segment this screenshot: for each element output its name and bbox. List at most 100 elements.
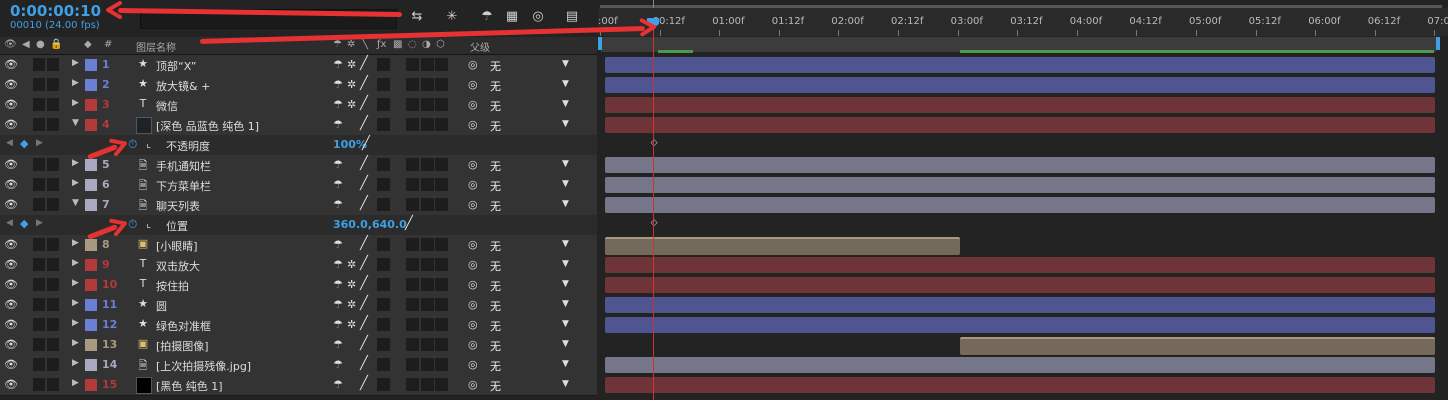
solo-toggle[interactable] bbox=[33, 58, 45, 71]
adjustment-toggle[interactable] bbox=[421, 58, 434, 71]
layer-row[interactable]: 👁 ▶ 6 🗎 下方菜单栏 ☂ ╱ ◎ 无 ▼ bbox=[0, 175, 597, 196]
shy-icon[interactable]: ☂ bbox=[333, 258, 343, 271]
layer-duration-bar[interactable] bbox=[605, 157, 1435, 173]
parent-pickwhip-icon[interactable]: ◎ bbox=[468, 258, 478, 271]
solo-toggle[interactable] bbox=[33, 158, 45, 171]
parent-pickwhip-icon[interactable]: ◎ bbox=[468, 98, 478, 111]
expand-triangle-icon[interactable]: ▶ bbox=[72, 98, 79, 108]
adjustment-toggle[interactable] bbox=[421, 378, 434, 391]
shy-icon[interactable]: ☂ bbox=[333, 58, 343, 71]
eye-column-icon[interactable]: 👁 bbox=[4, 39, 17, 50]
3d-toggle[interactable] bbox=[435, 98, 448, 111]
motion-blur-toggle[interactable] bbox=[406, 78, 419, 91]
layer-name[interactable]: 绿色对准框 bbox=[156, 318, 211, 334]
motion-blur-toggle[interactable] bbox=[406, 318, 419, 331]
chevron-down-icon[interactable]: ▼ bbox=[562, 59, 569, 69]
layer-row[interactable]: 👁 ▶ 14 🗎 [上次拍摄残像.jpg] ☂ ╱ ◎ 无 ▼ bbox=[0, 355, 597, 376]
lock-toggle[interactable] bbox=[47, 258, 59, 271]
parent-pickwhip-icon[interactable]: ◎ bbox=[468, 318, 478, 331]
expand-triangle-icon[interactable]: ▶ bbox=[72, 298, 79, 308]
3d-toggle[interactable] bbox=[435, 318, 448, 331]
motion-blur-toggle[interactable] bbox=[406, 298, 419, 311]
parent-pickwhip-icon[interactable]: ◎ bbox=[468, 238, 478, 251]
motion-blur-toggle[interactable] bbox=[406, 238, 419, 251]
layer-duration-bar[interactable] bbox=[605, 277, 1435, 293]
parent-select[interactable]: 无 bbox=[490, 158, 501, 174]
shy-icon[interactable]: ☂ bbox=[333, 318, 343, 331]
parent-pickwhip-icon[interactable]: ◎ bbox=[468, 158, 478, 171]
solo-toggle[interactable] bbox=[33, 178, 45, 191]
shy-icon[interactable]: ☂ bbox=[333, 78, 343, 91]
expand-triangle-icon[interactable]: ▶ bbox=[72, 158, 79, 168]
eye-icon[interactable]: 👁 bbox=[4, 158, 18, 172]
solo-toggle[interactable] bbox=[33, 378, 45, 391]
layer-name[interactable]: [小眼睛] bbox=[156, 238, 198, 254]
graph-editor-icon[interactable]: ▤ bbox=[563, 8, 581, 26]
3d-toggle[interactable] bbox=[435, 158, 448, 171]
label-color-swatch[interactable] bbox=[85, 99, 97, 111]
label-color-swatch[interactable] bbox=[85, 319, 97, 331]
draft-3d-icon[interactable]: ✳ bbox=[443, 8, 461, 26]
layer-row[interactable]: 👁 ▶ 9 T 双击放大 ☂ ✲ ╱ ◎ 无 ▼ bbox=[0, 255, 597, 276]
layer-duration-bar[interactable] bbox=[605, 377, 1435, 393]
label-color-swatch[interactable] bbox=[85, 299, 97, 311]
parent-select[interactable]: 无 bbox=[490, 238, 501, 254]
continuous-raster-icon[interactable]: ✲ bbox=[347, 78, 356, 91]
eye-icon[interactable]: 👁 bbox=[4, 98, 18, 112]
adjustment-toggle[interactable] bbox=[421, 198, 434, 211]
quality-icon[interactable]: ╱ bbox=[360, 176, 368, 191]
time-ruler[interactable]: :00f 00:12f 01:00f 01:12f 02:00f 02:12f 03:00f… bbox=[598, 8, 1448, 36]
layer-row[interactable]: 👁 ▶ 3 T 微信 ☂ ✲ ╱ ◎ 无 ▼ bbox=[0, 95, 597, 116]
next-keyframe-icon[interactable]: ▶ bbox=[36, 138, 43, 148]
effect-toggle[interactable] bbox=[377, 338, 390, 351]
motion-blur-icon[interactable]: ◎ bbox=[529, 8, 547, 26]
pickwhip-line-icon[interactable]: ╱ bbox=[405, 216, 413, 231]
quality-icon[interactable]: ╱ bbox=[360, 236, 368, 251]
label-color-swatch[interactable] bbox=[85, 179, 97, 191]
quality-icon[interactable]: ╱ bbox=[360, 116, 368, 131]
layer-name[interactable]: 微信 bbox=[156, 98, 178, 114]
shy-icon[interactable]: ☂ bbox=[333, 338, 343, 351]
quality-icon[interactable]: ╱ bbox=[360, 316, 368, 331]
motion-blur-toggle[interactable] bbox=[406, 258, 419, 271]
chevron-down-icon[interactable]: ▼ bbox=[562, 239, 569, 249]
lock-toggle[interactable] bbox=[47, 178, 59, 191]
eye-icon[interactable]: 👁 bbox=[4, 358, 18, 372]
layer-duration-bar[interactable] bbox=[605, 97, 1435, 113]
shy-layers-icon[interactable]: ☂ bbox=[478, 8, 496, 26]
adjustment-toggle[interactable] bbox=[421, 178, 434, 191]
layer-name[interactable]: [黑色 纯色 1] bbox=[156, 378, 223, 394]
solo-toggle[interactable] bbox=[33, 338, 45, 351]
effect-toggle[interactable] bbox=[377, 278, 390, 291]
shy-icon[interactable]: ☂ bbox=[333, 358, 343, 371]
pickwhip-line-icon[interactable]: ╱ bbox=[362, 136, 370, 151]
label-color-swatch[interactable] bbox=[85, 379, 97, 391]
label-color-swatch[interactable] bbox=[85, 259, 97, 271]
3d-toggle[interactable] bbox=[435, 58, 448, 71]
label-column-icon[interactable]: ◆ bbox=[84, 39, 92, 50]
shy-icon[interactable]: ☂ bbox=[333, 298, 343, 311]
motion-blur-toggle[interactable] bbox=[406, 198, 419, 211]
effect-toggle[interactable] bbox=[377, 158, 390, 171]
3d-toggle[interactable] bbox=[435, 358, 448, 371]
layer-duration-bar[interactable] bbox=[960, 337, 1435, 355]
parent-pickwhip-icon[interactable]: ◎ bbox=[468, 118, 478, 131]
quality-icon[interactable]: ╱ bbox=[360, 356, 368, 371]
quality-icon[interactable]: ╱ bbox=[360, 376, 368, 391]
3d-toggle[interactable] bbox=[435, 238, 448, 251]
frame-blending-icon[interactable]: ▦ bbox=[503, 8, 521, 26]
parent-select[interactable]: 无 bbox=[490, 178, 501, 194]
solo-toggle[interactable] bbox=[33, 258, 45, 271]
shy-icon[interactable]: ☂ bbox=[333, 118, 343, 131]
eye-icon[interactable]: 👁 bbox=[4, 258, 18, 272]
layer-row[interactable]: 👁 ▼ 4 [深色 品蓝色 纯色 1] ☂ ╱ ◎ 无 ▼ bbox=[0, 115, 597, 136]
label-color-swatch[interactable] bbox=[85, 59, 97, 71]
expand-triangle-icon[interactable]: ▶ bbox=[72, 378, 79, 388]
expand-triangle-icon[interactable]: ▼ bbox=[72, 198, 79, 208]
lock-toggle[interactable] bbox=[47, 198, 59, 211]
chevron-down-icon[interactable]: ▼ bbox=[562, 339, 569, 349]
adjustment-toggle[interactable] bbox=[421, 98, 434, 111]
solo-toggle[interactable] bbox=[33, 318, 45, 331]
motion-blur-toggle[interactable] bbox=[406, 358, 419, 371]
quality-icon[interactable]: ╱ bbox=[360, 96, 368, 111]
